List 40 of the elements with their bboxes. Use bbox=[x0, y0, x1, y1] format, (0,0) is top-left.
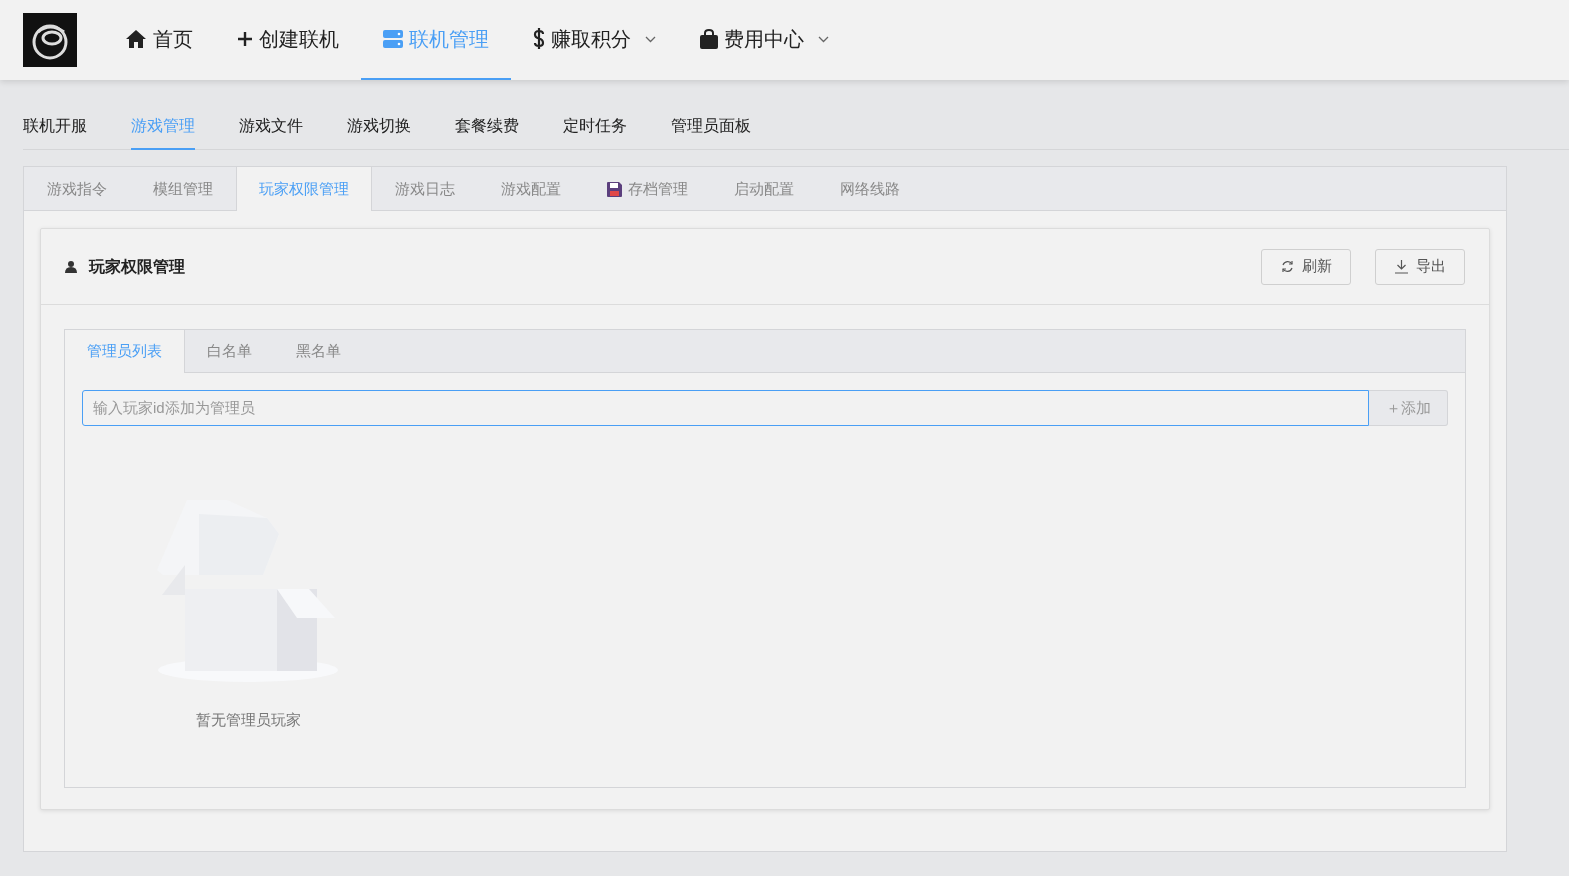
refresh-icon bbox=[1280, 260, 1294, 273]
card-tab[interactable]: 模组管理 bbox=[130, 167, 236, 211]
card-tab[interactable]: 存档管理 bbox=[584, 167, 711, 211]
list-tab[interactable]: 黑名单 bbox=[274, 330, 363, 373]
card-tab[interactable]: 玩家权限管理 bbox=[236, 167, 372, 211]
player-id-input[interactable]: 输入玩家id添加为管理员 bbox=[82, 390, 1369, 426]
server-icon bbox=[383, 30, 403, 48]
list-tab[interactable]: 管理员列表 bbox=[65, 330, 185, 373]
plus-icon bbox=[237, 31, 253, 47]
chevron-down-icon bbox=[645, 35, 656, 43]
sub-tab[interactable]: 游戏文件 bbox=[239, 114, 303, 150]
sub-tab[interactable]: 管理员面板 bbox=[671, 114, 751, 150]
download-icon bbox=[1394, 259, 1408, 274]
logo[interactable] bbox=[23, 13, 77, 67]
nav-item[interactable]: 联机管理 bbox=[361, 0, 511, 80]
nav-item[interactable]: 创建联机 bbox=[215, 0, 361, 80]
nav-item[interactable]: 首页 bbox=[103, 0, 215, 80]
nav-item[interactable]: 费用中心 bbox=[678, 0, 851, 80]
nav-item[interactable]: 赚取积分 bbox=[511, 0, 678, 80]
sub-tab[interactable]: 套餐续费 bbox=[455, 114, 519, 150]
refresh-button[interactable]: 刷新 bbox=[1261, 248, 1351, 285]
home-icon bbox=[125, 29, 147, 49]
empty-message: 暂无管理员玩家 bbox=[195, 710, 301, 730]
shopping-bag-icon bbox=[700, 29, 718, 49]
add-button[interactable]: ＋添加 bbox=[1369, 390, 1448, 426]
list-tab[interactable]: 白名单 bbox=[185, 330, 274, 373]
sub-tab[interactable]: 游戏切换 bbox=[347, 114, 411, 150]
card-tab[interactable]: 游戏配置 bbox=[478, 167, 584, 211]
card-tab[interactable]: 游戏指令 bbox=[24, 167, 130, 211]
panel-title: 玩家权限管理 bbox=[89, 256, 185, 277]
export-button[interactable]: 导出 bbox=[1375, 248, 1465, 285]
card-tab[interactable]: 网络线路 bbox=[817, 167, 923, 211]
card-tab[interactable]: 启动配置 bbox=[711, 167, 817, 211]
dollar-icon bbox=[533, 28, 545, 50]
sub-tab[interactable]: 定时任务 bbox=[563, 114, 627, 150]
sub-tab[interactable]: 游戏管理 bbox=[131, 114, 195, 150]
user-icon bbox=[65, 260, 77, 273]
chevron-down-icon bbox=[818, 35, 829, 43]
card-tab[interactable]: 游戏日志 bbox=[372, 167, 478, 211]
sub-tab[interactable]: 联机开服 bbox=[23, 114, 87, 150]
